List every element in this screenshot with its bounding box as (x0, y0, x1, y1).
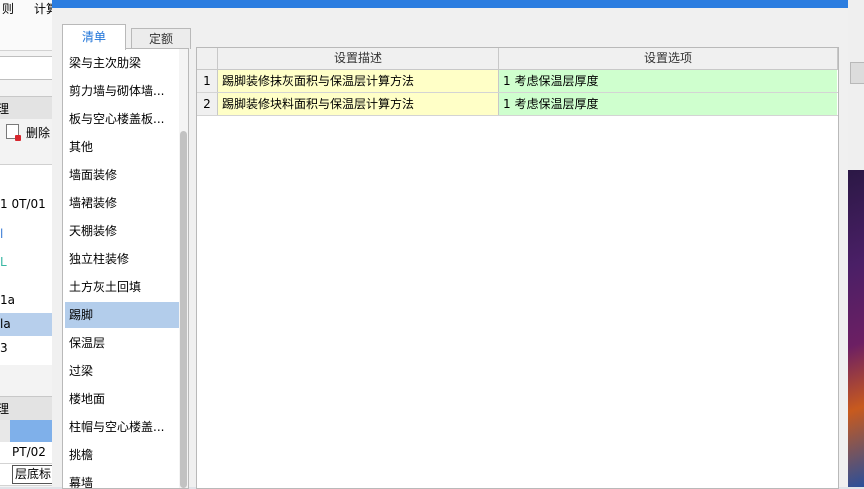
bg-tree-item-selected[interactable]: la (0, 313, 52, 336)
bg-grid-cell[interactable]: 层底标 (0, 464, 52, 486)
list-item[interactable]: 保温层 (65, 330, 179, 356)
bg-panel-header: 理 (0, 96, 52, 121)
list-item[interactable]: 天棚装修 (65, 218, 179, 244)
grid-header: 设置描述 设置选项 (197, 48, 838, 70)
category-list: 梁与主次肋梁 剪力墙与砌体墙... 板与空心楼盖板... 其他 墙面装修 墙裙装… (62, 48, 189, 489)
list-item[interactable]: 梁与主次肋梁 (65, 50, 179, 76)
column-header-description[interactable]: 设置描述 (218, 48, 499, 69)
description-cell[interactable]: 踢脚装修块料面积与保温层计算方法 (218, 93, 499, 115)
bg-tree: 1 0T/01 l L 1a la 3 (0, 164, 52, 365)
row-number[interactable]: 1 (197, 70, 218, 92)
list-scrollbar[interactable] (179, 49, 188, 488)
bg-tree-item[interactable]: 1a (0, 289, 52, 312)
list-item[interactable]: 剪力墙与砌体墙... (65, 78, 179, 104)
bg-grid-header-selected (10, 420, 52, 442)
tab-list[interactable]: 清单 (62, 24, 126, 50)
bg-tree-item[interactable]: L (0, 251, 52, 274)
bg-input-field[interactable] (0, 56, 52, 80)
tab-quota[interactable]: 定额 (131, 28, 191, 49)
settings-dialog: 清单 定额 梁与主次肋梁 剪力墙与砌体墙... 板与空心楼盖板... 其他 墙面… (52, 0, 848, 489)
option-cell[interactable]: 1 考虑保温层厚度 (499, 93, 837, 115)
table-row: 2 踢脚装修块料面积与保温层计算方法 1 考虑保温层厚度 (197, 93, 838, 116)
list-item[interactable]: 墙裙装修 (65, 190, 179, 216)
bg-tree-item[interactable]: 3 (0, 337, 52, 360)
bg-toolbar: 删除 (0, 119, 52, 145)
list-item[interactable]: 幕墙 (65, 470, 179, 488)
bg-decorative-image (848, 170, 864, 487)
settings-grid: 设置描述 设置选项 1 踢脚装修抹灰面积与保温层计算方法 1 考虑保温层厚度 2… (196, 47, 839, 489)
list-item[interactable]: 独立柱装修 (65, 246, 179, 272)
option-cell[interactable]: 1 考虑保温层厚度 (499, 70, 837, 92)
list-item-selected[interactable]: 踢脚 (65, 302, 179, 328)
description-cell[interactable]: 踢脚装修抹灰面积与保温层计算方法 (218, 70, 499, 92)
bg-grid-header (0, 420, 52, 442)
list-item[interactable]: 墙面装修 (65, 162, 179, 188)
list-item[interactable]: 挑檐 (65, 442, 179, 468)
background-app-panel: 则 计算 理 删除 1 0T/01 l L 1a la 3 理 PT/02 层底… (0, 0, 52, 487)
delete-button-label[interactable]: 删除 (26, 124, 50, 141)
list-scroll-thumb[interactable] (180, 131, 187, 488)
bg-small-button[interactable] (850, 62, 864, 84)
list-item[interactable]: 其他 (65, 134, 179, 160)
bg-menu-item[interactable]: 计算 (34, 0, 52, 17)
dialog-title-bar[interactable] (52, 0, 848, 8)
list-item[interactable]: 土方灰土回填 (65, 274, 179, 300)
list-item[interactable]: 过梁 (65, 358, 179, 384)
list-item[interactable]: 板与空心楼盖板... (65, 106, 179, 132)
delete-icon[interactable] (6, 124, 21, 141)
list-item[interactable]: 柱帽与空心楼盖... (65, 414, 179, 440)
bg-tree-item[interactable]: l (0, 223, 52, 246)
grid-corner-cell[interactable] (197, 48, 218, 69)
bg-grid-cell[interactable]: PT/02 (0, 442, 52, 464)
row-number[interactable]: 2 (197, 93, 218, 115)
bg-panel-header: 理 (0, 396, 52, 421)
column-header-option[interactable]: 设置选项 (499, 48, 838, 69)
background-right-edge (848, 0, 864, 487)
bg-menu-bar: 则 计算 (0, 0, 52, 51)
list-item[interactable]: 楼地面 (65, 386, 179, 412)
bg-menu-item[interactable]: 则 (2, 0, 14, 17)
table-row: 1 踢脚装修抹灰面积与保温层计算方法 1 考虑保温层厚度 (197, 70, 838, 93)
bg-tree-item[interactable]: 1 0T/01 (0, 193, 52, 216)
